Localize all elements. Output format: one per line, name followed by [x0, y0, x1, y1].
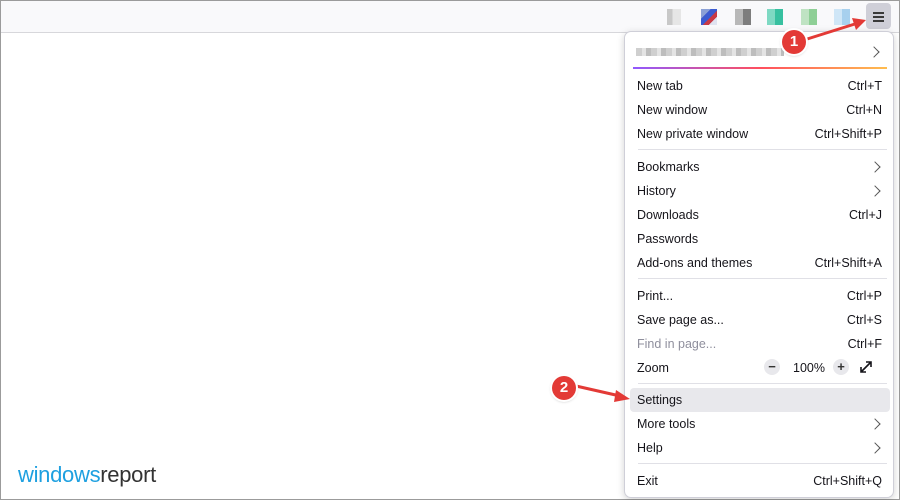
- shortcut-label: Ctrl+P: [846, 289, 882, 303]
- menu-item-label: New window: [637, 103, 708, 117]
- menu-item-label: Find in page...: [637, 337, 717, 351]
- menu-item-new-window[interactable]: New window Ctrl+N: [630, 98, 890, 122]
- shortcut-label: Ctrl+Shift+A: [814, 256, 882, 270]
- zoom-in-button[interactable]: +: [833, 359, 849, 375]
- annotation-step-2: 2: [552, 376, 576, 400]
- shortcut-label: Ctrl+J: [849, 208, 882, 222]
- chevron-right-icon: [869, 418, 881, 430]
- logo-text-part2: report: [100, 462, 156, 487]
- logo-text-part1: windows: [18, 462, 101, 487]
- menu-item-label: New tab: [637, 79, 683, 93]
- menu-item-save-page[interactable]: Save page as... Ctrl+S: [630, 308, 890, 332]
- extension-icon-4[interactable]: [767, 9, 783, 25]
- menu-item-label: Bookmarks: [637, 160, 700, 174]
- menu-item-more-tools[interactable]: More tools: [630, 412, 890, 436]
- account-gradient-divider: [633, 67, 887, 69]
- chevron-right-icon: [869, 161, 881, 173]
- menu-item-label: Zoom: [637, 361, 669, 375]
- chevron-right-icon: [869, 185, 881, 197]
- menu-item-settings[interactable]: Settings: [630, 388, 890, 412]
- menu-item-help[interactable]: Help: [630, 436, 890, 460]
- menu-item-label: New private window: [637, 127, 749, 141]
- chevron-right-icon: [868, 46, 880, 58]
- menu-item-addons-themes[interactable]: Add-ons and themes Ctrl+Shift+A: [630, 251, 890, 275]
- shortcut-label: Ctrl+F: [847, 337, 882, 351]
- menu-item-label: History: [637, 184, 676, 198]
- menu-item-label: Downloads: [637, 208, 699, 222]
- menu-separator: [638, 383, 887, 384]
- chevron-right-icon: [869, 442, 881, 454]
- menu-item-print[interactable]: Print... Ctrl+P: [630, 284, 890, 308]
- app-menu-panel: New tab Ctrl+T New window Ctrl+N New pri…: [624, 31, 894, 498]
- menu-item-label: Print...: [637, 289, 674, 303]
- shortcut-label: Ctrl+S: [846, 313, 882, 327]
- shortcut-label: Ctrl+Shift+P: [814, 127, 882, 141]
- menu-item-downloads[interactable]: Downloads Ctrl+J: [630, 203, 890, 227]
- windowsreport-logo: windowsreport: [18, 462, 156, 488]
- menu-item-label: Save page as...: [637, 313, 724, 327]
- extension-icon-2[interactable]: [701, 9, 717, 25]
- menu-item-bookmarks[interactable]: Bookmarks: [630, 155, 890, 179]
- shortcut-label: Ctrl+N: [846, 103, 882, 117]
- menu-item-new-private-window[interactable]: New private window Ctrl+Shift+P: [630, 122, 890, 146]
- menu-item-label: Passwords: [637, 232, 699, 246]
- hamburger-menu-icon: [873, 12, 884, 14]
- menu-item-label: Add-ons and themes: [637, 256, 753, 270]
- menu-item-label: More tools: [637, 417, 696, 431]
- annotation-arrow-1: [803, 18, 866, 42]
- zoom-controls: − 100% +: [764, 358, 884, 378]
- menu-separator: [638, 278, 887, 279]
- menu-item-label: Exit: [637, 474, 658, 488]
- extension-icon-1[interactable]: [667, 9, 681, 25]
- annotation-arrow-2: [575, 384, 630, 402]
- extension-icon-3[interactable]: [735, 9, 751, 25]
- shortcut-label: Ctrl+Shift+Q: [813, 474, 882, 488]
- menu-item-passwords[interactable]: Passwords: [630, 227, 890, 251]
- menu-separator: [638, 463, 887, 464]
- menu-item-exit[interactable]: Exit Ctrl+Shift+Q: [630, 469, 890, 493]
- menu-separator: [638, 149, 887, 150]
- fullscreen-icon[interactable]: [858, 359, 874, 375]
- shortcut-label: Ctrl+T: [847, 79, 882, 93]
- menu-item-history[interactable]: History: [630, 179, 890, 203]
- account-email-blurred: [636, 48, 784, 56]
- menu-item-find-in-page[interactable]: Find in page... Ctrl+F: [630, 332, 890, 356]
- menu-item-label: Help: [637, 441, 663, 455]
- browser-toolbar: [1, 1, 899, 33]
- zoom-out-button[interactable]: −: [764, 359, 780, 375]
- menu-item-zoom: Zoom − 100% +: [630, 356, 890, 380]
- menu-item-label: Settings: [637, 393, 683, 407]
- menu-item-new-tab[interactable]: New tab Ctrl+T: [630, 74, 890, 98]
- annotation-step-1: 1: [782, 30, 806, 54]
- zoom-level[interactable]: 100%: [791, 361, 827, 375]
